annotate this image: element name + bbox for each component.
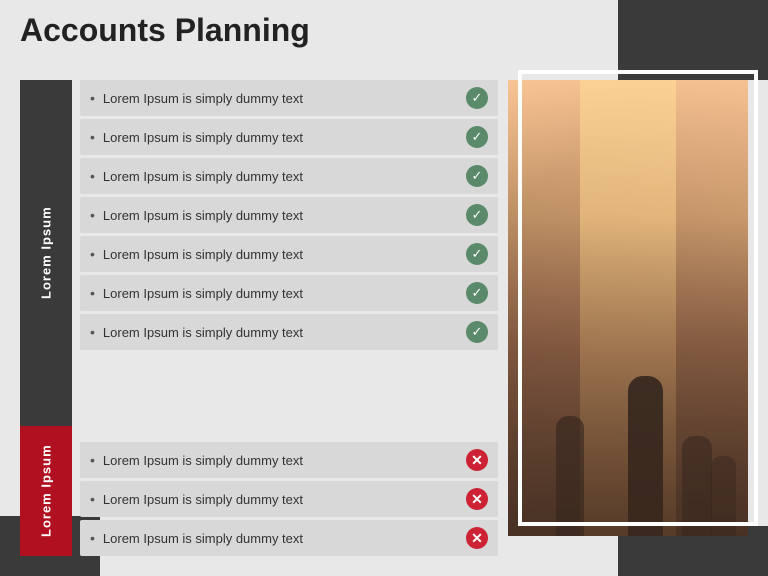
list-item-text: Lorem Ipsum is simply dummy text bbox=[103, 91, 458, 106]
bullet-icon: • bbox=[90, 452, 95, 468]
bullet-icon: • bbox=[90, 530, 95, 546]
list-item-text: Lorem Ipsum is simply dummy text bbox=[103, 169, 458, 184]
bullet-icon: • bbox=[90, 168, 95, 184]
top-list-item: • Lorem Ipsum is simply dummy text ✓ bbox=[80, 314, 498, 350]
bullet-icon: • bbox=[90, 129, 95, 145]
list-item-text: Lorem Ipsum is simply dummy text bbox=[103, 492, 458, 507]
cross-icon: ✕ bbox=[466, 488, 488, 510]
cross-icon: ✕ bbox=[466, 527, 488, 549]
list-item-text: Lorem Ipsum is simply dummy text bbox=[103, 130, 458, 145]
content-area: Lorem Ipsum Lorem Ipsum • Lorem Ipsum is … bbox=[20, 80, 748, 556]
bullet-icon: • bbox=[90, 285, 95, 301]
check-icon: ✓ bbox=[466, 126, 488, 148]
bullet-icon: • bbox=[90, 324, 95, 340]
photo-area bbox=[508, 80, 748, 556]
top-list-item: • Lorem Ipsum is simply dummy text ✓ bbox=[80, 236, 498, 272]
page-title: Accounts Planning bbox=[20, 12, 310, 49]
photo-overlay bbox=[508, 217, 748, 536]
top-list-item: • Lorem Ipsum is simply dummy text ✓ bbox=[80, 158, 498, 194]
cross-icon: ✕ bbox=[466, 449, 488, 471]
check-icon: ✓ bbox=[466, 282, 488, 304]
check-icon: ✓ bbox=[466, 243, 488, 265]
check-icon: ✓ bbox=[466, 87, 488, 109]
bullet-icon: • bbox=[90, 491, 95, 507]
list-item-text: Lorem Ipsum is simply dummy text bbox=[103, 453, 458, 468]
lists-area: • Lorem Ipsum is simply dummy text ✓ • Lorem… bbox=[72, 80, 498, 556]
list-item-text: Lorem Ipsum is simply dummy text bbox=[103, 208, 458, 223]
check-icon: ✓ bbox=[466, 204, 488, 226]
bottom-list-item: • Lorem Ipsum is simply dummy text ✕ bbox=[80, 442, 498, 478]
bottom-list-item: • Lorem Ipsum is simply dummy text ✕ bbox=[80, 520, 498, 556]
top-list-item: • Lorem Ipsum is simply dummy text ✓ bbox=[80, 197, 498, 233]
bullet-icon: • bbox=[90, 207, 95, 223]
sidebar-label-top: Lorem Ipsum bbox=[20, 80, 72, 426]
sidebar-label-bottom: Lorem Ipsum bbox=[20, 426, 72, 556]
top-list-item: • Lorem Ipsum is simply dummy text ✓ bbox=[80, 80, 498, 116]
bottom-list-item: • Lorem Ipsum is simply dummy text ✕ bbox=[80, 481, 498, 517]
list-item-text: Lorem Ipsum is simply dummy text bbox=[103, 325, 458, 340]
sidebar: Lorem Ipsum Lorem Ipsum bbox=[20, 80, 72, 556]
top-list-item: • Lorem Ipsum is simply dummy text ✓ bbox=[80, 275, 498, 311]
bottom-list-section: • Lorem Ipsum is simply dummy text ✕ • Lorem… bbox=[80, 434, 498, 556]
top-list-item: • Lorem Ipsum is simply dummy text ✓ bbox=[80, 119, 498, 155]
photo-content bbox=[508, 80, 748, 536]
slide: Accounts Planning Lorem Ipsum Lorem Ipsu… bbox=[0, 0, 768, 576]
list-item-text: Lorem Ipsum is simply dummy text bbox=[103, 286, 458, 301]
list-item-text: Lorem Ipsum is simply dummy text bbox=[103, 247, 458, 262]
bullet-icon: • bbox=[90, 246, 95, 262]
bullet-icon: • bbox=[90, 90, 95, 106]
photo-background bbox=[508, 80, 748, 536]
check-icon: ✓ bbox=[466, 165, 488, 187]
top-list-section: • Lorem Ipsum is simply dummy text ✓ • Lorem… bbox=[80, 80, 498, 434]
check-icon: ✓ bbox=[466, 321, 488, 343]
list-item-text: Lorem Ipsum is simply dummy text bbox=[103, 531, 458, 546]
